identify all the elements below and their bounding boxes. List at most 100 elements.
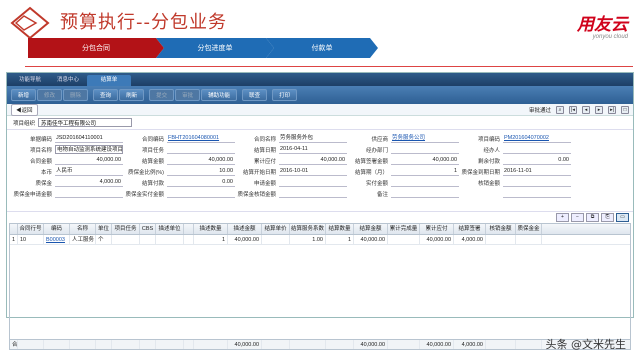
grid-column-header[interactable]: 结算签署 [454, 224, 486, 234]
nav-last-icon[interactable]: ▸| [608, 105, 616, 114]
add-row-icon[interactable]: + [556, 213, 569, 222]
field-label: 核销金额 [477, 180, 500, 187]
field-value[interactable] [279, 178, 347, 187]
field-value[interactable] [167, 145, 235, 154]
grid-column-header[interactable]: 描述金额 [228, 224, 262, 234]
field-value[interactable]: 2016-11-01 [503, 167, 571, 176]
grid-expand-icon[interactable]: ▭ [616, 213, 629, 222]
grid-column-header[interactable]: 质保金金 [516, 224, 542, 234]
toolbar-button[interactable]: 删除 [63, 89, 89, 101]
field-value[interactable] [167, 189, 235, 198]
field-value[interactable]: 40,000.00 [167, 156, 235, 165]
grid-column-header[interactable]: CBS [140, 224, 156, 234]
grid-column-header[interactable] [184, 224, 194, 234]
tab-function-nav[interactable]: 功能导航 [11, 75, 49, 86]
toolbar-group: 查询 刷新 [93, 89, 145, 101]
field-value[interactable]: 人民币 [55, 167, 123, 176]
copy-row-icon[interactable]: ⧉ [586, 213, 599, 222]
nav-prev-icon[interactable]: ◂ [582, 105, 590, 114]
total-cell [156, 340, 184, 349]
tab-message-center[interactable]: 消息中心 [49, 75, 87, 86]
grid-column-header[interactable] [10, 224, 18, 234]
attachment-icon[interactable]: ⌕ [556, 105, 564, 114]
total-cell [388, 340, 420, 349]
field-value[interactable]: 40,000.00 [279, 156, 347, 165]
toolbar-button[interactable]: 新增 [11, 89, 37, 101]
field-value[interactable]: 0.00 [167, 178, 235, 187]
grid-column-header[interactable]: 编码 [44, 224, 70, 234]
field-value[interactable] [279, 189, 347, 198]
grid-column-header[interactable]: 项目任务 [112, 224, 140, 234]
fullscreen-icon[interactable]: □ [621, 105, 629, 114]
grid-column-header[interactable]: 结算数量 [326, 224, 354, 234]
field-value[interactable]: 1 [391, 167, 459, 176]
grid-body: 1 10 B00003 人工服务个 1 40,000.00 1.00 1 40,000.00 40… [10, 235, 630, 349]
field-value[interactable]: 2016-04-11 [279, 145, 347, 154]
grid-column-header[interactable]: 结算服务系数 [290, 224, 326, 234]
total-cell: 40,000.00 [420, 340, 454, 349]
field-label: 经办部门 [365, 147, 388, 154]
field-value[interactable]: 劳务服务外包 [279, 134, 347, 143]
total-cell [18, 340, 44, 349]
field-value[interactable]: 劳务服务公司 [391, 134, 459, 143]
tab-settlement[interactable]: 结算单 [87, 75, 132, 86]
field-value[interactable]: 10.00 [167, 167, 235, 176]
top-nav: 功能导航 消息中心 结算单 [7, 73, 633, 86]
field-value[interactable]: 0.00 [503, 156, 571, 165]
field-value[interactable] [503, 178, 571, 187]
field-label: 单据编码 [29, 136, 52, 143]
field-value [503, 189, 571, 198]
table-row[interactable]: 1 10 B00003 人工服务个 1 40,000.00 1.00 1 40,000.00 40… [10, 235, 630, 245]
field-value[interactable]: 2016-10-01 [279, 167, 347, 176]
org-selector: 项目组织 [7, 116, 633, 130]
grid-column-header[interactable]: 结算单价 [262, 224, 290, 234]
grid-column-header[interactable]: 名称 [70, 224, 96, 234]
toolbar-button[interactable]: 修改 [37, 89, 63, 101]
table-cell[interactable]: B00003 [44, 235, 70, 244]
field-value[interactable]: 40,000.00 [391, 156, 459, 165]
table-cell [486, 235, 516, 244]
toolbar-group: 提交 审批 辅助功能 [149, 89, 238, 101]
detail-grid: 合同行号 编码 名称 单位 项目任务 CBS 描述单位 描述数量 描述金额 结算单价 结算服务系数结… [9, 223, 631, 350]
field-value[interactable]: 4,000.00 [55, 178, 123, 187]
field-value[interactable]: 40,000.00 [55, 156, 123, 165]
toolbar-button[interactable]: 查询 [93, 89, 119, 101]
grid-column-header[interactable]: 描述单位 [156, 224, 184, 234]
grid-column-header[interactable]: 单位 [96, 224, 112, 234]
field-value[interactable] [503, 145, 571, 154]
toolbar-button[interactable]: 提交 [149, 89, 175, 101]
org-input[interactable] [38, 118, 133, 127]
grid-column-header[interactable]: 累计应付 [420, 224, 454, 234]
field-value[interactable] [391, 189, 459, 198]
back-button[interactable]: ◀返回 [11, 103, 38, 116]
toolbar-button[interactable]: 打印 [272, 89, 298, 101]
form-row: 质保金申请金额 质保金实付金额 质保金核销金额 备注 [11, 188, 629, 199]
field-value[interactable]: JSD201604110001 [55, 134, 123, 143]
nav-first-icon[interactable]: |◂ [569, 105, 577, 114]
toolbar-button[interactable]: 辅助功能 [201, 89, 238, 101]
grid-column-header[interactable]: 累计完成量 [388, 224, 420, 234]
total-cell [70, 340, 96, 349]
table-cell: 40,000.00 [354, 235, 388, 244]
field-value[interactable]: PM201604070002 [503, 134, 571, 143]
grid-column-header[interactable]: 核销金额 [486, 224, 516, 234]
grid-column-header[interactable]: 结算金额 [354, 224, 388, 234]
field-label: 质保金核销金额 [237, 191, 276, 198]
grid-column-header[interactable]: 描述数量 [194, 224, 228, 234]
table-cell [184, 235, 194, 244]
delete-row-icon[interactable]: − [571, 213, 584, 222]
field-value[interactable] [55, 189, 123, 198]
paste-row-icon[interactable]: ⎘ [601, 213, 614, 222]
field-value[interactable] [391, 178, 459, 187]
field-label: 经办人 [483, 147, 500, 154]
field-value[interactable]: FBHT201604080001 [167, 134, 235, 143]
grid-total-row: 合计40,000.0040,000.0040,000.004,000.00 [10, 339, 630, 349]
field-value[interactable] [391, 145, 459, 154]
field-value[interactable]: 电物自动监测系统建设项目 [55, 145, 123, 154]
grid-column-header[interactable]: 合同行号 [18, 224, 44, 234]
toolbar-button[interactable]: 刷新 [119, 89, 145, 101]
table-cell: 个 [96, 235, 112, 244]
nav-next-icon[interactable]: ▸ [595, 105, 603, 114]
toolbar-button[interactable]: 审批 [175, 89, 201, 101]
toolbar-button[interactable]: 联查 [242, 89, 268, 101]
